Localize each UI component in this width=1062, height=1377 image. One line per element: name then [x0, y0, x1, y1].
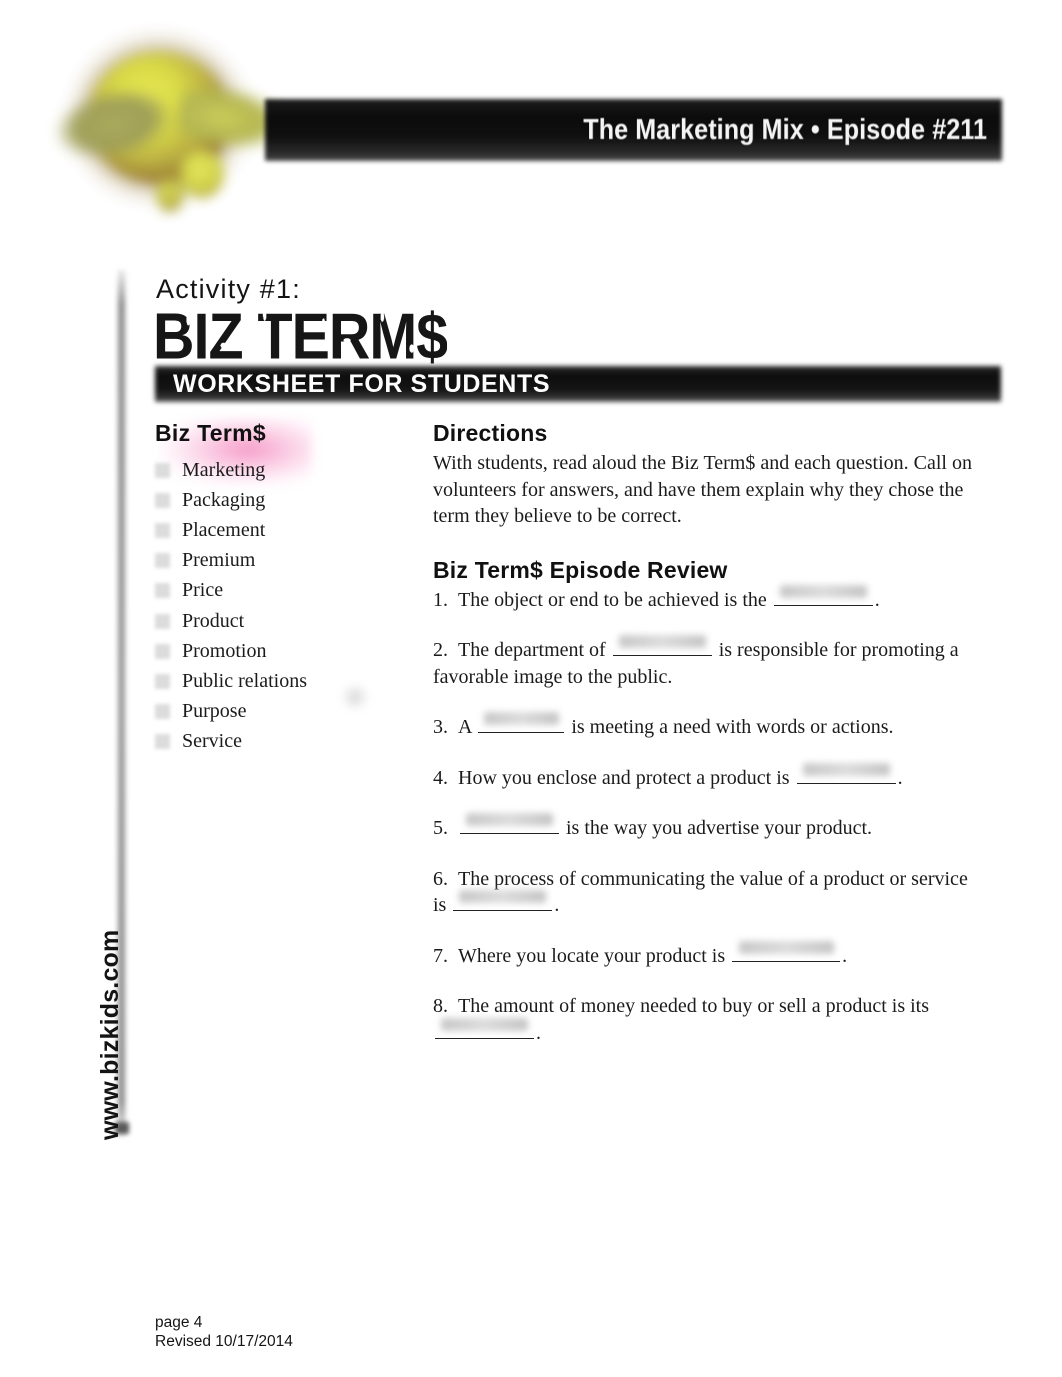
- question-text-after-blank: is the way you advertise your product.: [561, 817, 873, 839]
- question-text-before-blank: How you enclose and protect a product is: [458, 766, 790, 789]
- question-text-after-blank: is meeting a need with words or actions.: [566, 716, 894, 738]
- biz-term-item: Marketing: [155, 455, 405, 485]
- page-title: BIZ TERM$: [153, 300, 448, 373]
- page-footer: page 4 Revised 10/17/2014: [155, 1313, 293, 1351]
- question-text-after-blank: .: [874, 588, 880, 611]
- worksheet-main-column: Directions With students, read aloud the…: [433, 420, 978, 1070]
- question-text-before-blank: The department of: [458, 639, 606, 661]
- answer-blank[interactable]: [453, 892, 553, 911]
- answer-blank[interactable]: [796, 765, 896, 784]
- biz-term-label: Marketing: [182, 458, 266, 481]
- question-text-after-blank: .: [842, 944, 848, 967]
- answer-blank[interactable]: [732, 943, 841, 962]
- biz-term-label: Public relations: [182, 669, 307, 692]
- episode-banner-title: The Marketing Mix • Episode #211: [583, 113, 987, 146]
- question-number: 1.: [433, 588, 448, 611]
- bullet-square-icon: [155, 704, 170, 720]
- question-number: 4.: [433, 766, 448, 789]
- biz-term-label: Placement: [182, 518, 266, 541]
- biz-term-label: Premium: [182, 549, 256, 572]
- question-number: 3.: [433, 716, 448, 738]
- question-number: 7.: [433, 944, 448, 967]
- bullet-square-icon: [155, 613, 170, 629]
- question-text-before-blank: A: [458, 716, 472, 738]
- biz-term-item: Packaging: [155, 485, 405, 515]
- biz-term-item: Placement: [155, 515, 405, 545]
- question-text-before-blank: The object or end to be achieved is the: [458, 588, 767, 611]
- bullet-square-icon: [155, 583, 170, 599]
- answer-blank[interactable]: [612, 637, 712, 656]
- page-header: The Marketing Mix • Episode #211: [0, 0, 1062, 250]
- review-question-list: 1. The object or end to be achieved is t…: [433, 587, 978, 1047]
- review-question: 2. The department of is responsible for …: [433, 637, 978, 690]
- revised-date: Revised 10/17/2014: [155, 1333, 293, 1350]
- biz-term-label: Packaging: [182, 488, 266, 511]
- bullet-square-icon: [155, 553, 170, 569]
- review-question: 4. How you enclose and protect a product…: [433, 765, 978, 792]
- bizkids-url-vertical[interactable]: www.bizkids.com: [96, 930, 125, 1140]
- worksheet-page: The Marketing Mix • Episode #211 Activit…: [0, 0, 1062, 1377]
- bullet-square-icon: [155, 643, 170, 659]
- bullet-square-icon: [155, 492, 170, 508]
- answer-blank[interactable]: [435, 1020, 534, 1039]
- answer-blank[interactable]: [460, 815, 559, 834]
- page-smudge-artifact: [338, 682, 372, 712]
- question-number: 6.: [433, 867, 448, 890]
- episode-review-heading: Biz Term$ Episode Review: [433, 556, 728, 583]
- review-question: 3. A is meeting a need with words or act…: [433, 714, 978, 741]
- question-number: 5.: [433, 817, 448, 839]
- logo-drop-small: [156, 178, 184, 212]
- review-question: 5. is the way you advertise your product…: [433, 815, 978, 842]
- question-number: 2.: [433, 639, 448, 661]
- bullet-square-icon: [155, 673, 170, 689]
- biz-term-item: Price: [155, 576, 405, 606]
- biz-term-label: Purpose: [182, 700, 247, 723]
- biz-term-item: Promotion: [155, 636, 405, 666]
- biz-term-item: Service: [155, 727, 405, 757]
- logo-drop-large: [180, 150, 224, 198]
- biz-term-item: Premium: [155, 546, 405, 576]
- answer-blank[interactable]: [773, 587, 873, 606]
- biz-term-label: Service: [182, 730, 242, 753]
- biz-terms-heading: Biz Term$: [155, 420, 266, 446]
- question-text-before-blank: The amount of money needed to buy or sel…: [458, 995, 930, 1017]
- review-question: 1. The object or end to be achieved is t…: [433, 587, 978, 614]
- question-text-after-blank: .: [554, 894, 560, 916]
- question-text-before-blank: Where you locate your product is: [458, 944, 726, 967]
- review-question: 7. Where you locate your product is .: [433, 943, 978, 970]
- worksheet-bar-label: WORKSHEET FOR STUDENTS: [173, 369, 551, 398]
- answer-blank[interactable]: [478, 714, 565, 733]
- directions-body: With students, read aloud the Biz Term$ …: [433, 452, 972, 527]
- review-question: 8. The amount of money needed to buy or …: [433, 993, 978, 1046]
- biz-term-item: Product: [155, 606, 405, 636]
- directions-heading: Directions: [433, 420, 548, 446]
- bullet-square-icon: [155, 522, 170, 538]
- biz-term-label: Promotion: [182, 639, 267, 662]
- question-text-after-blank: .: [536, 1021, 541, 1044]
- review-question: 6. The process of communicating the valu…: [433, 866, 978, 919]
- bizkids-logo: [48, 38, 292, 213]
- question-text-after-blank: .: [897, 766, 903, 789]
- biz-term-label: Price: [182, 579, 224, 602]
- bullet-square-icon: [155, 462, 170, 478]
- page-number: page 4: [155, 1314, 203, 1331]
- bullet-square-icon: [155, 734, 170, 750]
- question-number: 8.: [433, 995, 448, 1017]
- biz-term-label: Product: [182, 609, 245, 632]
